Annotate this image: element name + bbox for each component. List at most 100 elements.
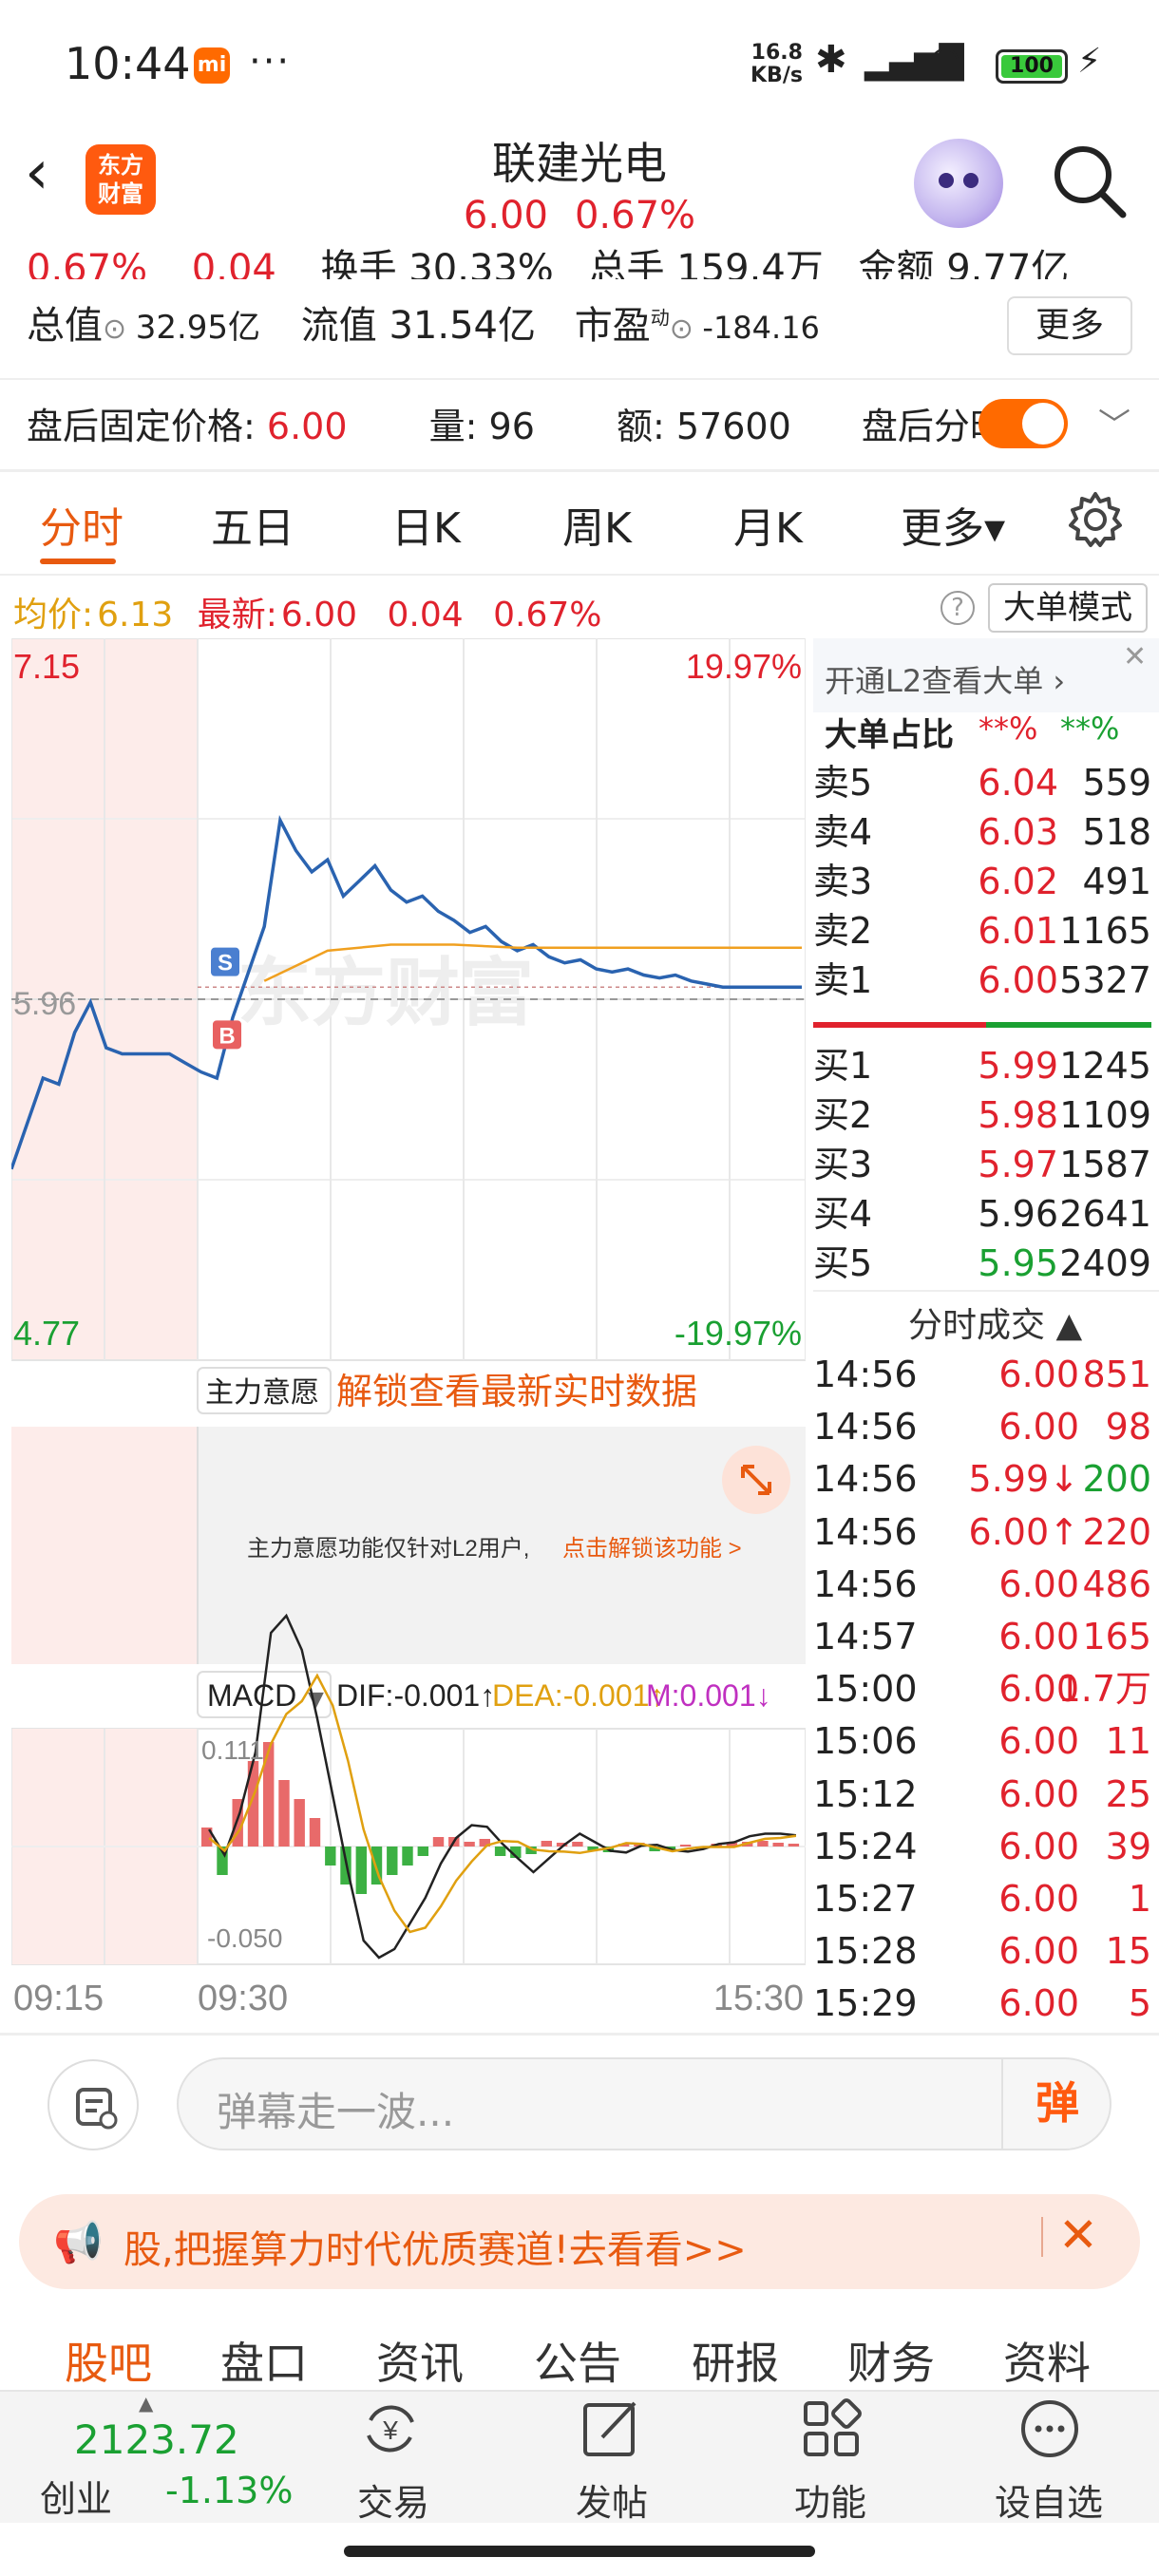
ask-strength-bar	[813, 1022, 986, 1028]
tab-more[interactable]: 更多▾	[901, 494, 1005, 555]
y-ref-label: 5.96	[13, 986, 76, 1022]
nav-add-watchlist-label[interactable]: 设自选	[982, 2473, 1115, 2526]
tab-profile[interactable]: 资料	[1003, 2329, 1091, 2392]
wifi-icon: ◠	[929, 38, 961, 80]
nav-trade-label[interactable]: 交易	[327, 2473, 460, 2526]
status-bar: 10:44 mi ··· 16.8 KB/s ✱ ▂▄▆█ ◠ 100 ⚡	[0, 0, 1159, 133]
tab-daily-k[interactable]: 日K	[391, 494, 461, 555]
watermark: 东方财富	[238, 951, 534, 1034]
avg-price-row: 均价: 6.13 最新: 6.00 0.04 0.67%	[13, 587, 602, 635]
svg-text:S: S	[218, 951, 233, 976]
macd-top-label: 0.111	[201, 1735, 264, 1765]
macd-bar	[402, 1847, 413, 1866]
post-icon[interactable]	[578, 2396, 644, 2462]
header-price: 6.00	[463, 194, 548, 237]
assistant-robot-icon[interactable]	[914, 139, 1003, 228]
pct-min-label: -19.97%	[674, 1314, 802, 1353]
after-hours-toggle[interactable]	[978, 399, 1068, 448]
index-change[interactable]: -1.13%	[165, 2470, 293, 2511]
ask-row[interactable]: 卖5 6.04 559	[813, 758, 1151, 807]
promo-text[interactable]: 股,把握算力时代优质赛道!去看看>>	[124, 2219, 747, 2274]
macd-bar	[679, 1845, 692, 1847]
bid-row[interactable]: 买4 5.96 2641	[813, 1189, 1151, 1239]
tab-news[interactable]: 资讯	[376, 2329, 464, 2392]
big-buy-ratio: **%	[978, 710, 1038, 747]
status-time: 10:44	[65, 38, 191, 89]
zhuli-unlock-text[interactable]: 解锁查看最新实时数据	[336, 1373, 697, 1412]
bid-row[interactable]: 买1 5.99 1245	[813, 1041, 1151, 1090]
index-value[interactable]: 2123.72	[74, 2416, 239, 2463]
danmu-toggle-button[interactable]: 弹	[1001, 2057, 1112, 2150]
home-indicator[interactable]	[344, 2546, 815, 2557]
grid-icon[interactable]	[798, 2396, 864, 2462]
charging-icon: ⚡	[1077, 42, 1102, 81]
after-hours-row: 盘后固定价格: 6.00 量: 96 额: 57600 盘后分时	[27, 406, 1006, 447]
l2-link[interactable]: 开通L2查看大单 ›	[825, 657, 1065, 701]
trade-row: 15:12 6.00 25	[813, 1772, 1151, 1815]
nav-function-label[interactable]: 功能	[764, 2473, 897, 2526]
trade-row: 15:00 6.00 1.7万	[813, 1668, 1151, 1711]
tab-timeshare[interactable]: 分时	[40, 494, 124, 555]
bluetooth-icon: ✱	[815, 38, 847, 82]
tab-guba[interactable]: 股吧	[65, 2329, 152, 2392]
intraday-chart[interactable]: 7.15 19.97% 5.96 4.77 -19.97% 东方财富 S B 主力…	[11, 638, 806, 2014]
big-sell-ratio: **%	[1060, 710, 1120, 747]
ask-row[interactable]: 卖4 6.03 518	[813, 807, 1151, 857]
svg-text:B: B	[218, 1023, 235, 1049]
tab-research[interactable]: 研报	[692, 2329, 779, 2392]
battery-icon: 100	[996, 49, 1068, 84]
bid-row[interactable]: 买3 5.97 1587	[813, 1140, 1151, 1189]
divider	[0, 574, 1159, 576]
tab-five-day[interactable]: 五日	[211, 494, 294, 555]
macd-bottom-label: -0.050	[207, 1923, 282, 1953]
mi-notification-icon: mi	[194, 47, 230, 84]
trade-row: 15:27 6.00 1	[813, 1878, 1151, 1920]
gear-icon[interactable]	[1066, 490, 1125, 549]
close-banner-icon[interactable]: ✕	[1058, 2207, 1098, 2263]
big-ratio-label: 大单占比	[825, 716, 954, 754]
comment-list-icon[interactable]	[48, 2059, 139, 2150]
tab-weekly-k[interactable]: 周K	[562, 494, 632, 555]
macd-bar	[541, 1841, 552, 1847]
macd-bar	[387, 1847, 398, 1875]
search-icon[interactable]	[1049, 141, 1129, 220]
macd-bar	[464, 1842, 475, 1847]
macd-bar	[278, 1780, 290, 1847]
tab-pankou[interactable]: 盘口	[220, 2329, 308, 2392]
pct-max-label: 19.97%	[686, 647, 802, 686]
tab-monthly-k[interactable]: 月K	[733, 494, 803, 555]
bid-row[interactable]: 买2 5.98 1109	[813, 1090, 1151, 1140]
ask-row[interactable]: 卖1 6.00 5327	[813, 956, 1151, 1005]
more-icon[interactable]	[1016, 2396, 1083, 2462]
y-max-label: 7.15	[13, 647, 80, 686]
trades-title: 分时成交 ▲	[908, 1306, 1083, 1345]
trade-row: 15:28 6.00 15	[813, 1930, 1151, 1973]
help-icon[interactable]: ?	[940, 591, 975, 625]
bid-strength-bar	[986, 1022, 1151, 1028]
divider	[0, 2033, 1159, 2036]
ask-row[interactable]: 卖2 6.01 1165	[813, 906, 1151, 956]
macd-bar	[432, 1837, 445, 1847]
more-quote-button[interactable]: 更多	[1007, 296, 1132, 355]
x-label-close: 15:30	[713, 1979, 804, 2014]
macd-m: M:0.001↓	[646, 1678, 771, 1713]
x-label-start: 09:15	[13, 1979, 104, 2014]
tab-announcements[interactable]: 公告	[534, 2329, 621, 2392]
divider	[0, 469, 1159, 472]
close-l2-icon[interactable]: ✕	[1123, 640, 1147, 673]
ask-row[interactable]: 卖3 6.02 491	[813, 857, 1151, 906]
macd-bar	[494, 1847, 506, 1856]
tab-finance[interactable]: 财务	[847, 2329, 935, 2392]
trade-icon[interactable]: ¥	[357, 2396, 424, 2462]
chevron-down-icon[interactable]: ﹀	[1098, 399, 1130, 445]
index-name[interactable]: 创业	[40, 2470, 112, 2522]
trade-row: 15:29 6.00 5	[813, 1982, 1151, 2025]
zhuli-notice-link[interactable]: 点击解锁该功能 >	[562, 1536, 742, 1562]
big-order-mode-button[interactable]: 大单模式	[988, 583, 1148, 633]
megaphone-icon: 📢	[53, 2219, 104, 2265]
trade-row: 14:56 6.00 98	[813, 1406, 1151, 1449]
x-label-open: 09:30	[198, 1979, 288, 2014]
sell-marker: S	[211, 947, 239, 976]
nav-post-label[interactable]: 发帖	[545, 2473, 678, 2526]
bid-row[interactable]: 买5 5.95 2409	[813, 1239, 1151, 1288]
